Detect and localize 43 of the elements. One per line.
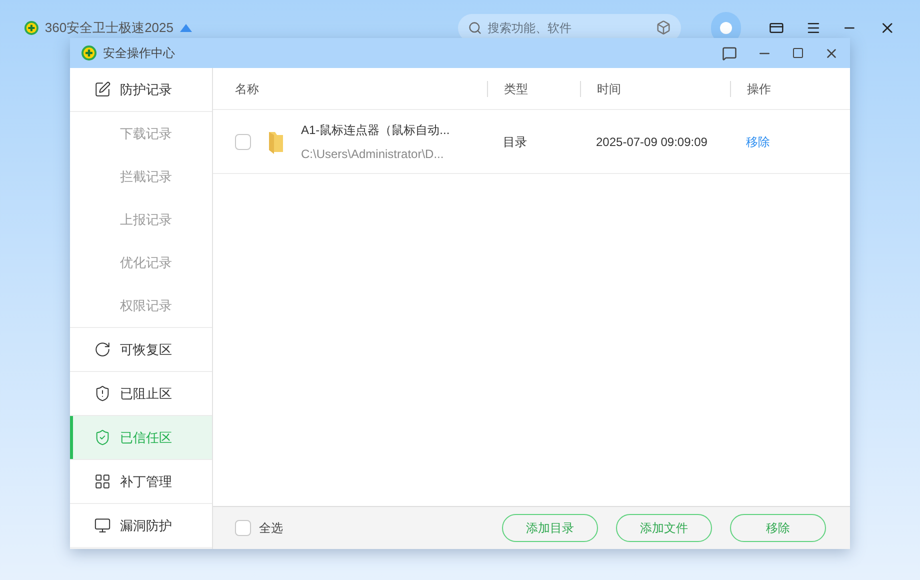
card-icon[interactable] — [768, 20, 784, 36]
column-header: 时间 — [597, 80, 621, 98]
maximize-icon[interactable] — [792, 47, 804, 59]
type-cell: 目录 — [503, 134, 527, 148]
remove-link[interactable]: 移除 — [746, 134, 770, 148]
sidebar-item[interactable]: 权限记录 — [70, 284, 212, 327]
sidebar-item[interactable]: 拦截记录 — [70, 155, 212, 198]
sidebar-item[interactable]: 已信任区 — [70, 416, 212, 459]
window-title: 安全操作中心 — [103, 45, 175, 62]
monitor-icon — [94, 517, 111, 534]
sidebar-item[interactable]: 防护记录 — [70, 68, 212, 111]
grid-icon — [94, 473, 111, 490]
sidebar-item[interactable]: 上报记录 — [70, 198, 212, 241]
menu-icon[interactable] — [806, 20, 820, 36]
column-header: 名称 — [235, 80, 259, 98]
row-checkbox[interactable] — [235, 134, 251, 150]
shield-check-icon — [94, 429, 111, 446]
action-button[interactable]: 添加文件 — [616, 514, 712, 542]
folder-icon — [267, 130, 285, 154]
shield-alert-icon — [94, 385, 111, 402]
column-header: 操作 — [747, 80, 771, 98]
action-button[interactable]: 移除 — [730, 514, 826, 542]
sidebar-item[interactable]: 下载记录 — [70, 112, 212, 155]
column-header: 类型 — [504, 80, 528, 98]
file-name: A1-鼠标连点器（鼠标自动... — [301, 122, 450, 138]
refresh-icon — [94, 341, 111, 358]
feedback-icon[interactable] — [722, 46, 737, 60]
select-all-checkbox[interactable] — [235, 520, 251, 536]
sidebar-item[interactable]: 补丁管理 — [70, 460, 212, 503]
search-icon — [468, 21, 482, 35]
sidebar-item[interactable]: 可恢复区 — [70, 328, 212, 371]
file-path: C:\Users\Administrator\D... — [301, 146, 445, 162]
select-all-label: 全选 — [259, 520, 283, 537]
app-logo-icon — [24, 20, 39, 36]
dialog-logo-icon — [81, 45, 97, 61]
app-title: 360安全卫士极速2025 — [44, 19, 174, 38]
sidebar-item[interactable]: 漏洞防护 — [70, 504, 212, 547]
edit-icon — [94, 81, 111, 98]
sidebar-item[interactable]: 已阻止区 — [70, 372, 212, 415]
time-cell: 2025-07-09 09:09:09 — [596, 134, 708, 148]
cube-icon — [656, 20, 671, 35]
sidebar-item[interactable]: 优化记录 — [70, 241, 212, 284]
action-button[interactable]: 添加目录 — [502, 514, 598, 542]
